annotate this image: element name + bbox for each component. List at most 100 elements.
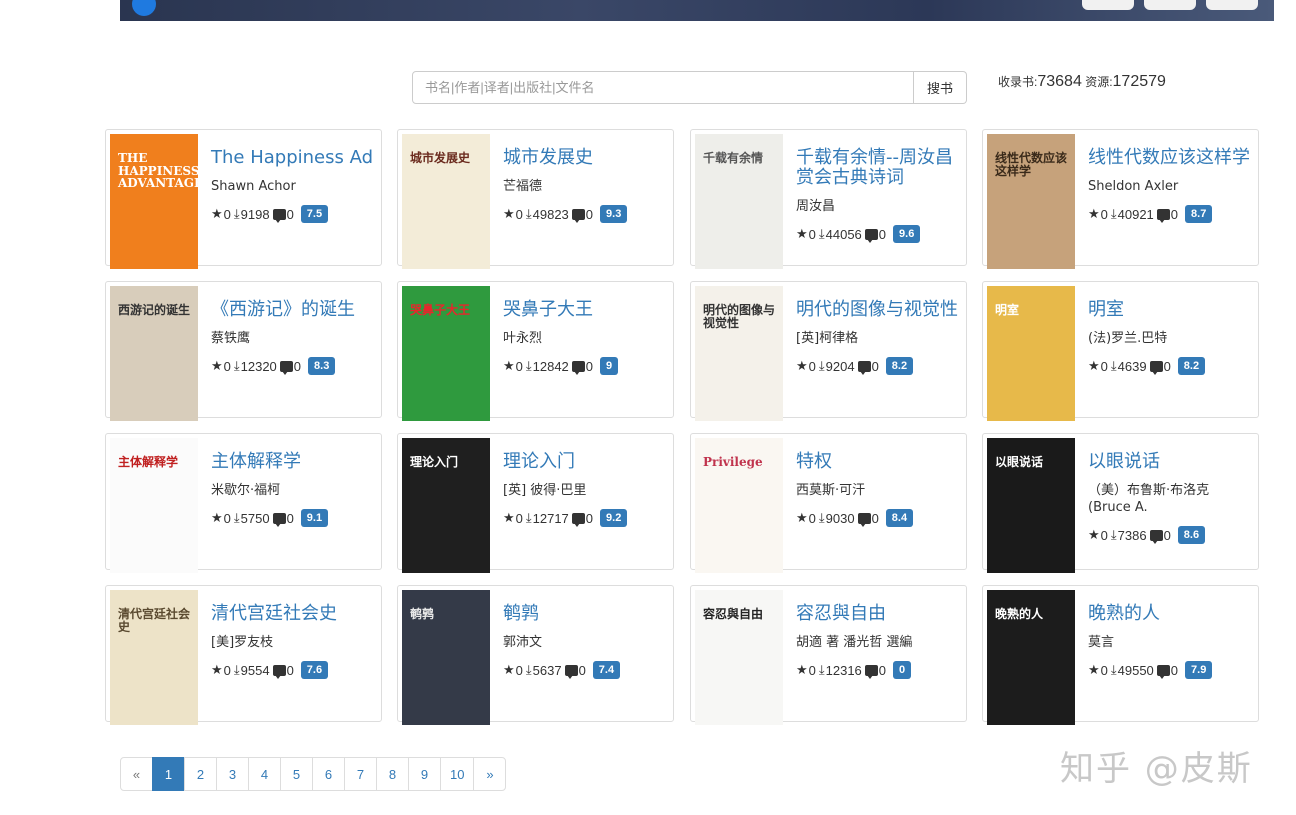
page-9-button[interactable]: 9	[408, 757, 441, 791]
book-title-link[interactable]: 千载有余情--周汝昌赏会古典诗词	[796, 148, 961, 188]
download-icon[interactable]: ⤓	[526, 510, 532, 526]
next-page-button[interactable]: »	[473, 757, 507, 791]
book-cover[interactable]: 晚熟的人	[987, 590, 1075, 725]
banner-button[interactable]	[1206, 0, 1258, 10]
search-button[interactable]: 搜书	[914, 71, 967, 104]
download-icon[interactable]: ⤓	[234, 662, 240, 678]
comment-icon[interactable]	[564, 664, 578, 679]
book-title-link[interactable]: 清代宫廷社会史	[211, 604, 376, 624]
book-card[interactable]: THE HAPPINESS ADVANTAGE The Happiness Ad S…	[105, 129, 382, 269]
comment-icon[interactable]	[571, 512, 585, 527]
book-card[interactable]: 城市发展史 城市发展史 芒福德 ★ 0 ⤓ 49823 0 9.3	[397, 129, 674, 269]
book-card[interactable]: 主体解释学 主体解释学 米歇尔·福柯 ★ 0 ⤓ 5750 0 9.1	[105, 433, 382, 573]
book-card[interactable]: 线性代数应该这样学 线性代数应该这样学 Sheldon Axler ★ 0 ⤓ 40921 0…	[982, 129, 1259, 269]
star-icon[interactable]: ★	[503, 358, 515, 374]
star-icon[interactable]: ★	[796, 510, 808, 526]
book-title-link[interactable]: 城市发展史	[503, 148, 668, 168]
comment-icon[interactable]	[1149, 360, 1163, 375]
banner-button[interactable]	[1082, 0, 1134, 10]
comment-icon[interactable]	[571, 360, 585, 375]
page-8-button[interactable]: 8	[376, 757, 409, 791]
star-icon[interactable]: ★	[211, 206, 223, 222]
book-title-link[interactable]: 以眼说话	[1088, 452, 1253, 472]
comment-icon[interactable]	[272, 664, 286, 679]
star-icon[interactable]: ★	[1088, 358, 1100, 374]
book-cover[interactable]: 线性代数应该这样学	[987, 134, 1075, 269]
star-icon[interactable]: ★	[503, 206, 515, 222]
comment-icon[interactable]	[571, 208, 585, 223]
comment-icon[interactable]	[857, 512, 871, 527]
star-icon[interactable]: ★	[211, 358, 223, 374]
page-5-button[interactable]: 5	[280, 757, 313, 791]
book-cover[interactable]: THE HAPPINESS ADVANTAGE	[110, 134, 198, 269]
book-title-link[interactable]: 晚熟的人	[1088, 604, 1253, 624]
star-icon[interactable]: ★	[211, 510, 223, 526]
comment-icon[interactable]	[864, 664, 878, 679]
book-title-link[interactable]: 理论入门	[503, 452, 668, 472]
book-card[interactable]: 清代宫廷社会史 清代宫廷社会史 [美]罗友枝 ★ 0 ⤓ 9554 0 7.6	[105, 585, 382, 725]
book-cover[interactable]: 千载有余情	[695, 134, 783, 269]
comment-icon[interactable]	[864, 228, 878, 243]
comment-icon[interactable]	[279, 360, 293, 375]
download-icon[interactable]: ⤓	[234, 206, 240, 222]
star-icon[interactable]: ★	[211, 662, 223, 678]
download-icon[interactable]: ⤓	[526, 358, 532, 374]
book-title-link[interactable]: 特权	[796, 452, 961, 472]
book-card[interactable]: 以眼说话 以眼说话 （美）布鲁斯·布洛克 (Bruce A. ★ 0 ⤓ 7386 0 8.6	[982, 433, 1259, 573]
book-cover[interactable]: Privilege	[695, 438, 783, 573]
comment-icon[interactable]	[272, 512, 286, 527]
top-banner[interactable]	[120, 0, 1274, 21]
book-cover[interactable]: 主体解释学	[110, 438, 198, 573]
comment-icon[interactable]	[1156, 208, 1170, 223]
book-title-link[interactable]: The Happiness Ad	[211, 148, 376, 168]
star-icon[interactable]: ★	[796, 226, 808, 242]
book-cover[interactable]: 西游记的诞生	[110, 286, 198, 421]
book-cover[interactable]: 明代的图像与视觉性	[695, 286, 783, 421]
star-icon[interactable]: ★	[503, 510, 515, 526]
download-icon[interactable]: ⤓	[819, 358, 825, 374]
download-icon[interactable]: ⤓	[819, 510, 825, 526]
page-2-button[interactable]: 2	[184, 757, 217, 791]
book-cover[interactable]: 理论入门	[402, 438, 490, 573]
star-icon[interactable]: ★	[1088, 527, 1100, 543]
book-cover[interactable]: 以眼说话	[987, 438, 1075, 573]
comment-icon[interactable]	[1149, 529, 1163, 544]
book-card[interactable]: 西游记的诞生 《西游记》的诞生 蔡铁鹰 ★ 0 ⤓ 12320 0 8.3	[105, 281, 382, 421]
download-icon[interactable]: ⤓	[819, 662, 825, 678]
download-icon[interactable]: ⤓	[819, 226, 825, 242]
book-title-link[interactable]: 哭鼻子大王	[503, 300, 668, 320]
download-icon[interactable]: ⤓	[234, 510, 240, 526]
book-card[interactable]: 千载有余情 千载有余情--周汝昌赏会古典诗词 周汝昌 ★ 0 ⤓ 44056 0 9.6	[690, 129, 967, 269]
book-title-link[interactable]: 明室	[1088, 300, 1253, 320]
book-cover[interactable]: 城市发展史	[402, 134, 490, 269]
book-title-link[interactable]: 明代的图像与视觉性	[796, 300, 961, 320]
comment-icon[interactable]	[272, 208, 286, 223]
book-card[interactable]: 容忍與自由 容忍與自由 胡適 著 潘光哲 選編 ★ 0 ⤓ 12316 0 0	[690, 585, 967, 725]
book-title-link[interactable]: 主体解释学	[211, 452, 376, 472]
book-cover[interactable]: 容忍與自由	[695, 590, 783, 725]
book-card[interactable]: 明室 明室 (法)罗兰.巴特 ★ 0 ⤓ 4639 0 8.2	[982, 281, 1259, 421]
book-cover[interactable]: 清代宫廷社会史	[110, 590, 198, 725]
star-icon[interactable]: ★	[796, 662, 808, 678]
star-icon[interactable]: ★	[1088, 206, 1100, 222]
page-3-button[interactable]: 3	[216, 757, 249, 791]
prev-page-button[interactable]: «	[120, 757, 153, 791]
page-1-button[interactable]: 1	[152, 757, 185, 791]
download-icon[interactable]: ⤓	[526, 662, 532, 678]
book-cover[interactable]: 明室	[987, 286, 1075, 421]
book-card[interactable]: 晚熟的人 晚熟的人 莫言 ★ 0 ⤓ 49550 0 7.9	[982, 585, 1259, 725]
download-icon[interactable]: ⤓	[1111, 358, 1117, 374]
book-card[interactable]: 哭鼻子大王 哭鼻子大王 叶永烈 ★ 0 ⤓ 12842 0 9	[397, 281, 674, 421]
book-cover[interactable]: 哭鼻子大王	[402, 286, 490, 421]
search-input[interactable]	[412, 71, 914, 104]
book-cover[interactable]: 鹌鹑	[402, 590, 490, 725]
book-card[interactable]: Privilege 特权 西莫斯·可汗 ★ 0 ⤓ 9030 0 8.4	[690, 433, 967, 573]
comment-icon[interactable]	[857, 360, 871, 375]
page-7-button[interactable]: 7	[344, 757, 377, 791]
book-title-link[interactable]: 鹌鹑	[503, 604, 668, 624]
download-icon[interactable]: ⤓	[1111, 206, 1117, 222]
star-icon[interactable]: ★	[503, 662, 515, 678]
book-title-link[interactable]: 线性代数应该这样学	[1088, 148, 1253, 168]
page-10-button[interactable]: 10	[440, 757, 475, 791]
banner-button[interactable]	[1144, 0, 1196, 10]
